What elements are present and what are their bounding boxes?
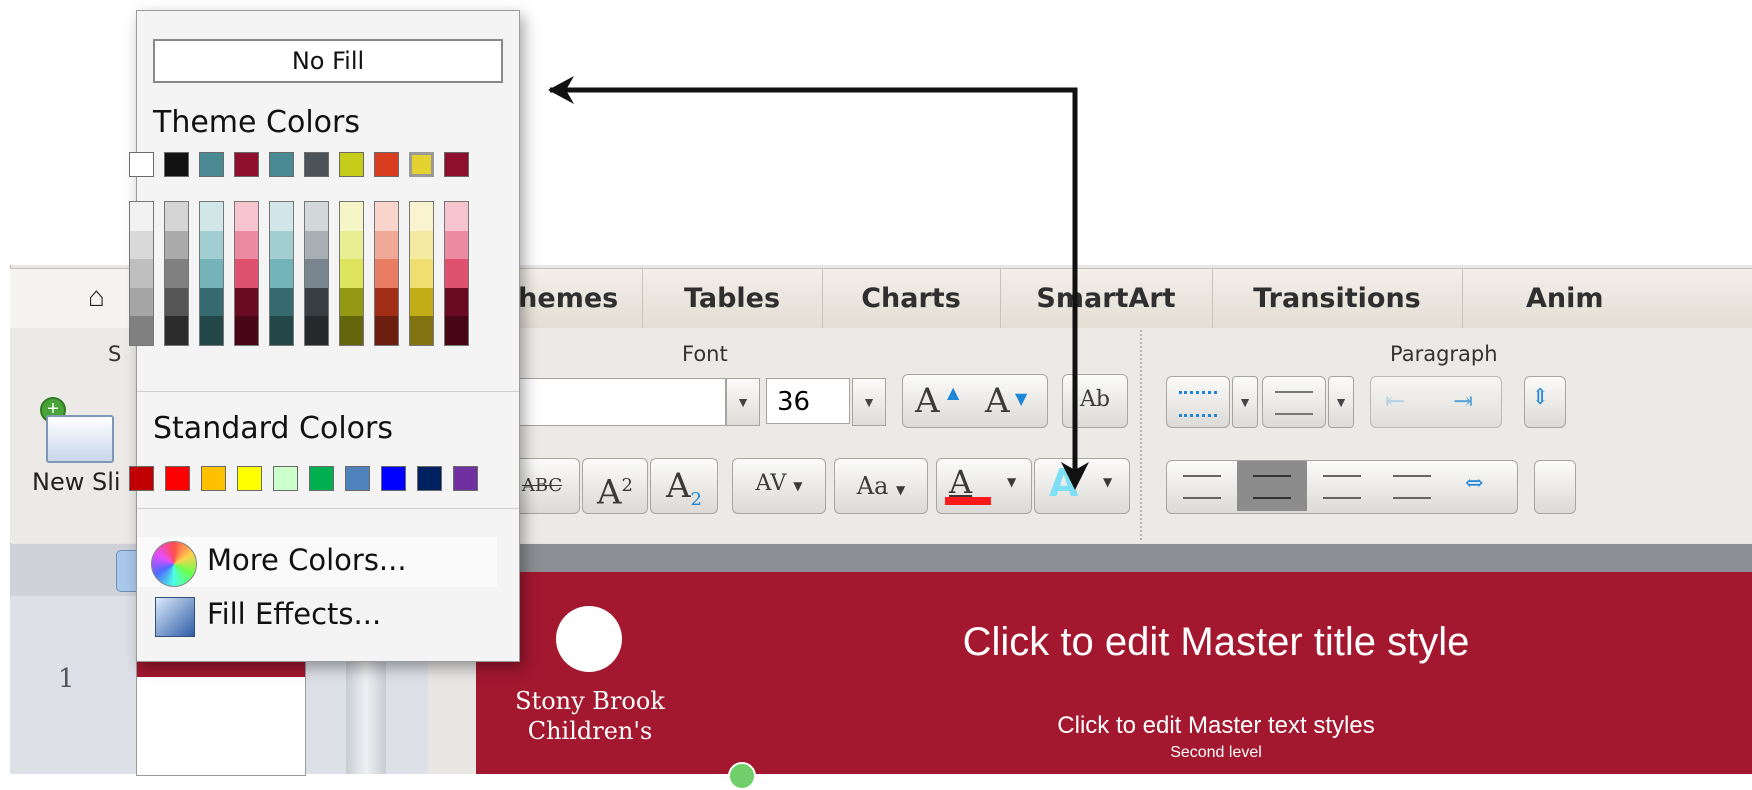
- annotation-arrows: [548, 76, 1089, 490]
- annotation-connector-line: [550, 87, 1078, 485]
